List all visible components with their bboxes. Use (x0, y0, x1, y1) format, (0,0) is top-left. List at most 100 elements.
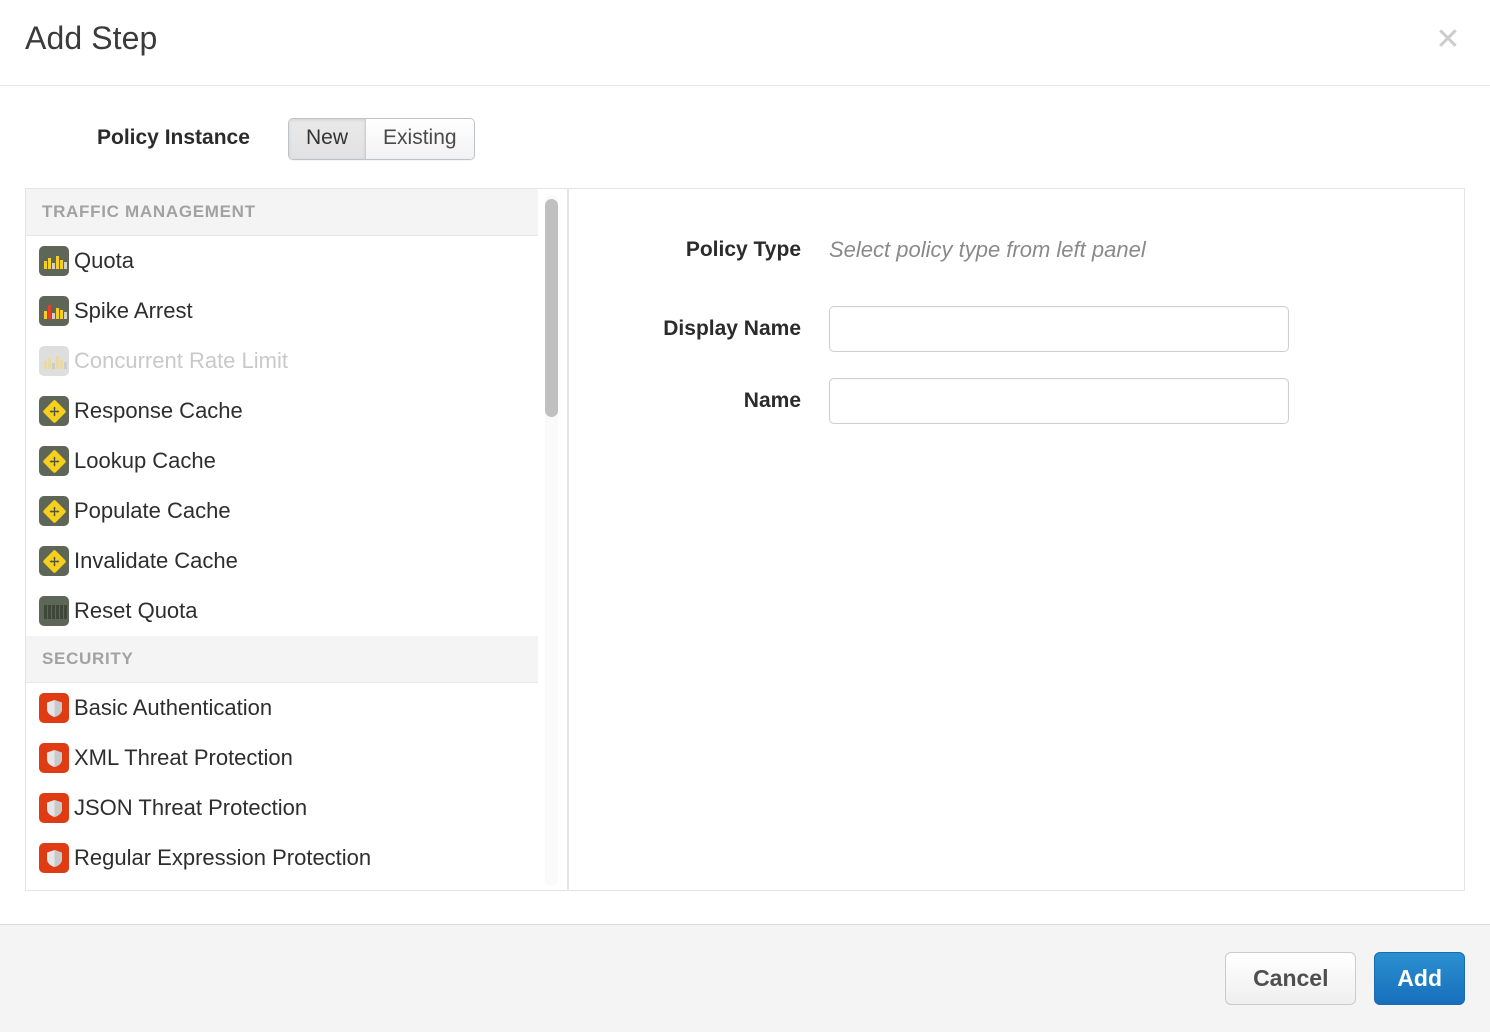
shield-icon (39, 843, 69, 873)
policy-list-item[interactable]: Regular Expression Protection (26, 833, 538, 883)
name-input[interactable] (829, 378, 1289, 424)
policy-item-label: Invalidate Cache (74, 548, 238, 574)
bar-chart-icon (39, 596, 69, 626)
policy-list-item[interactable]: Spike Arrest (26, 286, 538, 336)
scrollbar-thumb[interactable] (545, 199, 558, 417)
bar-segment (44, 311, 47, 319)
bar-segment (60, 310, 63, 319)
policy-item-label: Concurrent Rate Limit (74, 348, 288, 374)
policy-group-title: SECURITY (42, 649, 134, 669)
policy-list-item[interactable]: Populate Cache (26, 486, 538, 536)
policy-type-label: Policy Type (569, 238, 829, 262)
display-name-row: Display Name (569, 306, 1289, 352)
shield-glyph (47, 700, 62, 717)
add-step-dialog: Add Step ✕ Policy Instance New Existing … (0, 0, 1490, 1032)
cache-arrow-glyph (49, 456, 60, 467)
shield-glyph (47, 800, 62, 817)
policy-list-panel: TRAFFIC MANAGEMENT Quota Spike Arrest Concu… (25, 188, 568, 891)
policy-group-header: TRAFFIC MANAGEMENT (26, 189, 538, 236)
policy-instance-toggle-group[interactable]: New Existing (288, 118, 475, 160)
close-icon[interactable]: ✕ (1428, 20, 1468, 60)
bar-segment (56, 308, 59, 319)
policy-type-value: Select policy type from left panel (829, 237, 1146, 263)
policy-group-header: SECURITY (26, 636, 538, 683)
bar-segment (60, 605, 63, 619)
shield-glyph (47, 750, 62, 767)
policy-list-item[interactable]: Response Cache (26, 386, 538, 436)
bar-segment (64, 605, 67, 619)
toggle-new[interactable]: New (289, 119, 365, 159)
bar-segment (44, 361, 47, 369)
policy-list-item[interactable]: XML Threat Protection (26, 733, 538, 783)
toggle-existing[interactable]: Existing (365, 119, 474, 159)
policy-item-label: Basic Authentication (74, 695, 272, 721)
bar-segment (44, 261, 47, 269)
shield-glyph (47, 850, 62, 867)
bar-segment (48, 258, 51, 269)
cache-diamond-icon (39, 546, 69, 576)
policy-item-label: Quota (74, 248, 134, 274)
policy-list-item[interactable]: Lookup Cache (26, 436, 538, 486)
policy-item-label: Populate Cache (74, 498, 231, 524)
policy-instance-row: Policy Instance New Existing (0, 112, 1490, 168)
dialog-header: Add Step ✕ (0, 0, 1490, 86)
bar-segment (48, 358, 51, 369)
policy-type-row: Policy Type Select policy type from left… (569, 237, 1146, 263)
policy-list-scrollbar[interactable] (545, 195, 558, 886)
policy-item-label: Reset Quota (74, 598, 198, 624)
policy-list-item[interactable]: Invalidate Cache (26, 536, 538, 586)
bar-segment (48, 605, 51, 619)
display-name-label: Display Name (569, 317, 829, 341)
display-name-input[interactable] (829, 306, 1289, 352)
name-label: Name (569, 389, 829, 413)
policy-list-item[interactable]: JSON Threat Protection (26, 783, 538, 833)
cancel-button[interactable]: Cancel (1225, 952, 1356, 1005)
policy-list[interactable]: TRAFFIC MANAGEMENT Quota Spike Arrest Concu… (26, 189, 538, 891)
bar-segment (56, 356, 59, 369)
policy-item-label: Regular Expression Protection (74, 845, 371, 871)
policy-list-item: Concurrent Rate Limit (26, 336, 538, 386)
bar-chart-icon (39, 246, 69, 276)
bar-chart-spike-icon (39, 296, 69, 326)
policy-list-item[interactable]: Quota (26, 236, 538, 286)
bar-segment (52, 313, 55, 319)
shield-icon (39, 743, 69, 773)
bar-segment (52, 363, 55, 369)
policy-group-title: TRAFFIC MANAGEMENT (42, 202, 256, 222)
policy-item-label: Response Cache (74, 398, 243, 424)
footer-actions: Cancel Add (1225, 952, 1465, 1005)
bar-segment (64, 312, 67, 319)
policy-list-item[interactable]: Reset Quota (26, 586, 538, 636)
bar-segment (64, 262, 67, 269)
cache-arrow-glyph (49, 556, 60, 567)
page-title: Add Step (25, 20, 157, 57)
policy-item-label: JSON Threat Protection (74, 795, 307, 821)
bar-chart-icon (39, 346, 69, 376)
shield-icon (39, 793, 69, 823)
policy-detail-panel: Policy Type Select policy type from left… (568, 188, 1465, 891)
add-button[interactable]: Add (1374, 952, 1465, 1005)
shield-icon (39, 693, 69, 723)
policy-list-item[interactable]: Basic Authentication (26, 683, 538, 733)
bar-segment (56, 605, 59, 619)
bar-segment (60, 360, 63, 369)
name-row: Name (569, 378, 1289, 424)
bar-segment (48, 305, 51, 319)
cache-diamond-icon (39, 396, 69, 426)
bar-segment (52, 263, 55, 269)
policy-item-label: XML Threat Protection (74, 745, 293, 771)
policy-item-label: Lookup Cache (74, 448, 216, 474)
cache-arrow-glyph (49, 506, 60, 517)
bar-segment (64, 362, 67, 369)
policy-item-label: Spike Arrest (74, 298, 193, 324)
policy-instance-label: Policy Instance (97, 126, 250, 150)
cache-arrow-glyph (49, 406, 60, 417)
bar-segment (52, 605, 55, 619)
bar-segment (44, 605, 47, 619)
cache-diamond-icon (39, 446, 69, 476)
cache-diamond-icon (39, 496, 69, 526)
dialog-body: TRAFFIC MANAGEMENT Quota Spike Arrest Concu… (25, 188, 1465, 891)
bar-segment (60, 260, 63, 269)
bar-segment (56, 256, 59, 269)
dialog-footer: Cancel Add (0, 924, 1490, 1032)
